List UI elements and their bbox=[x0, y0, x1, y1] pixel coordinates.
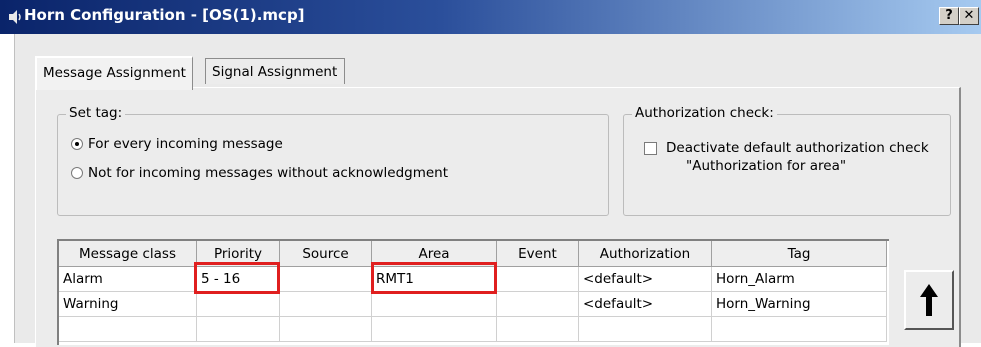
radio-unselected-icon bbox=[71, 167, 83, 179]
authorization-check-legend: Authorization check: bbox=[632, 105, 777, 121]
table-cell[interactable] bbox=[497, 292, 579, 317]
table-cell[interactable] bbox=[197, 317, 280, 342]
table-cell[interactable]: <default> bbox=[579, 267, 712, 292]
table-cell[interactable]: Alarm bbox=[59, 267, 197, 292]
radio-selected-icon bbox=[71, 138, 83, 150]
table-cell[interactable] bbox=[497, 267, 579, 292]
table-cell[interactable]: Horn_Warning bbox=[712, 292, 887, 317]
area-highlight-box bbox=[371, 262, 497, 294]
speaker-icon bbox=[8, 9, 22, 25]
tab-message-assignment[interactable]: Message Assignment bbox=[35, 56, 193, 90]
column-header-message-class[interactable]: Message class bbox=[59, 241, 197, 267]
table-cell[interactable] bbox=[197, 292, 280, 317]
table-cell[interactable]: Warning bbox=[59, 292, 197, 317]
table-cell[interactable] bbox=[280, 292, 372, 317]
table-cell[interactable] bbox=[712, 317, 887, 342]
deactivate-authorization-checkbox[interactable] bbox=[644, 142, 657, 155]
window-title: Horn Configuration - [OS(1).mcp] bbox=[24, 6, 305, 24]
move-up-button[interactable] bbox=[904, 270, 954, 330]
table-cell[interactable]: Horn_Alarm bbox=[712, 267, 887, 292]
table-cell[interactable] bbox=[280, 267, 372, 292]
help-button[interactable]: ? bbox=[939, 7, 959, 25]
table-cell[interactable] bbox=[579, 317, 712, 342]
set-tag-legend: Set tag: bbox=[66, 105, 126, 121]
table-cell[interactable] bbox=[280, 317, 372, 342]
table-cell[interactable] bbox=[372, 292, 497, 317]
authorization-for-area-label: "Authorization for area" bbox=[686, 158, 847, 174]
table-cell[interactable] bbox=[497, 317, 579, 342]
table-cell[interactable]: <default> bbox=[579, 292, 712, 317]
table-cell[interactable] bbox=[372, 317, 497, 342]
column-header-source[interactable]: Source bbox=[280, 241, 372, 267]
arrow-up-icon bbox=[920, 284, 938, 320]
priority-highlight-box bbox=[194, 262, 280, 294]
close-button[interactable]: ✕ bbox=[959, 7, 979, 25]
deactivate-authorization-label: Deactivate default authorization check bbox=[666, 140, 929, 156]
column-header-authorization[interactable]: Authorization bbox=[579, 241, 712, 267]
radio-not-without-acknowledgment[interactable]: Not for incoming messages without acknow… bbox=[71, 165, 448, 181]
title-bar[interactable]: Horn Configuration - [OS(1).mcp] ? ✕ bbox=[0, 0, 981, 34]
column-header-tag[interactable]: Tag bbox=[712, 241, 887, 267]
radio-not-without-ack-label: Not for incoming messages without acknow… bbox=[88, 165, 449, 181]
table-cell[interactable] bbox=[59, 317, 197, 342]
tab-signal-assignment[interactable]: Signal Assignment bbox=[205, 58, 345, 84]
column-header-event[interactable]: Event bbox=[497, 241, 579, 267]
radio-every-incoming-message[interactable]: For every incoming message bbox=[71, 136, 283, 152]
radio-every-incoming-label: For every incoming message bbox=[88, 136, 283, 152]
